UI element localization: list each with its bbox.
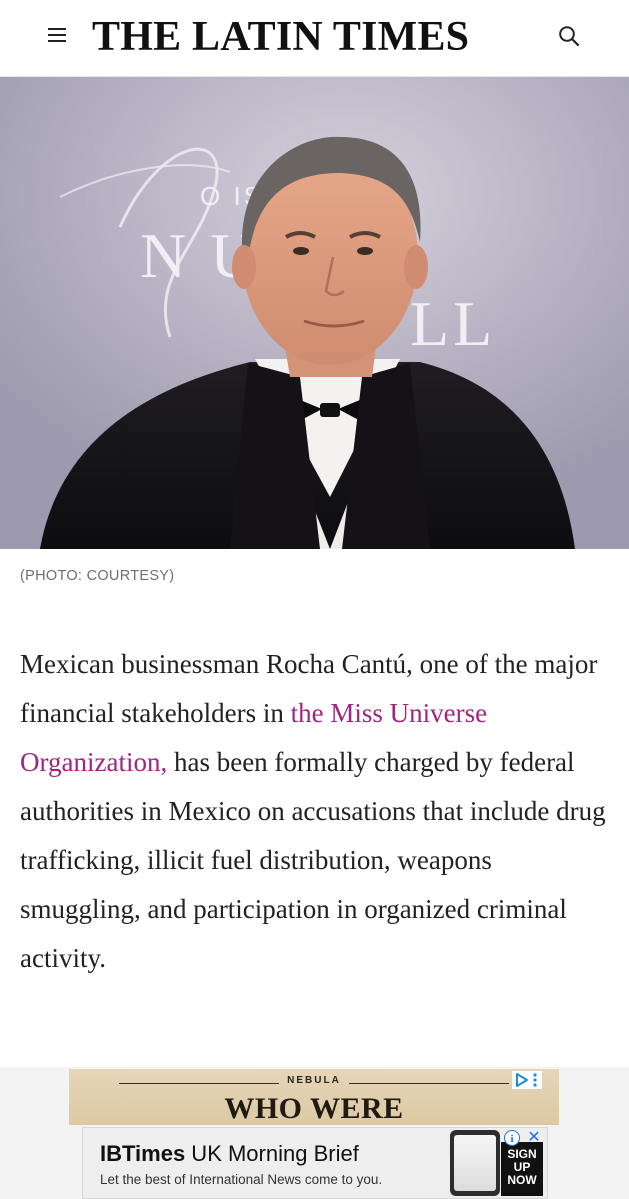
sign-up-now-button[interactable]: SIGN UP NOW bbox=[501, 1142, 543, 1196]
site-logo[interactable]: THE LATIN TIMES bbox=[92, 12, 542, 62]
nebula-ad-banner[interactable]: NEBULA WHO WERE bbox=[69, 1069, 559, 1125]
paragraph-text-end: has been formally charged by federal aut… bbox=[20, 747, 606, 973]
ibtimes-newsletter-ad[interactable]: IBTimes UK Morning Brief Let the best of… bbox=[82, 1127, 548, 1199]
adchoices-button[interactable] bbox=[512, 1071, 542, 1089]
cta-line-3: NOW bbox=[507, 1173, 537, 1187]
ad-brand: IBTimes UK Morning Brief bbox=[100, 1141, 359, 1167]
site-header: THE LATIN TIMES bbox=[0, 0, 629, 77]
phone-image bbox=[450, 1130, 500, 1196]
adchoices-icon bbox=[516, 1073, 537, 1087]
photo-caption: (PHOTO: COURTESY) bbox=[20, 568, 175, 584]
backdrop-text-3: LL bbox=[410, 288, 496, 359]
search-button[interactable] bbox=[555, 22, 583, 50]
ad-headline: WHO WERE bbox=[224, 1092, 404, 1125]
ad-brand-rest: UK Morning Brief bbox=[185, 1141, 359, 1166]
ad-kicker: NEBULA bbox=[287, 1075, 341, 1086]
hero-image: O ISPANIC N URAL LL bbox=[0, 77, 629, 549]
close-icon[interactable]: ✕ bbox=[526, 1130, 542, 1146]
hamburger-menu-icon bbox=[48, 28, 66, 42]
info-icon[interactable]: i bbox=[504, 1130, 520, 1146]
ad-brand-bold: IBTimes bbox=[100, 1141, 186, 1166]
ad-tagline: Let the best of International News come … bbox=[100, 1172, 383, 1187]
article-paragraph: Mexican businessman Rocha Cantú, one of … bbox=[20, 640, 610, 983]
hero-photo-illustration: O ISPANIC N URAL LL bbox=[0, 77, 629, 549]
hamburger-menu-button[interactable] bbox=[44, 22, 70, 48]
phone-screen bbox=[454, 1135, 496, 1191]
search-icon bbox=[559, 26, 580, 47]
